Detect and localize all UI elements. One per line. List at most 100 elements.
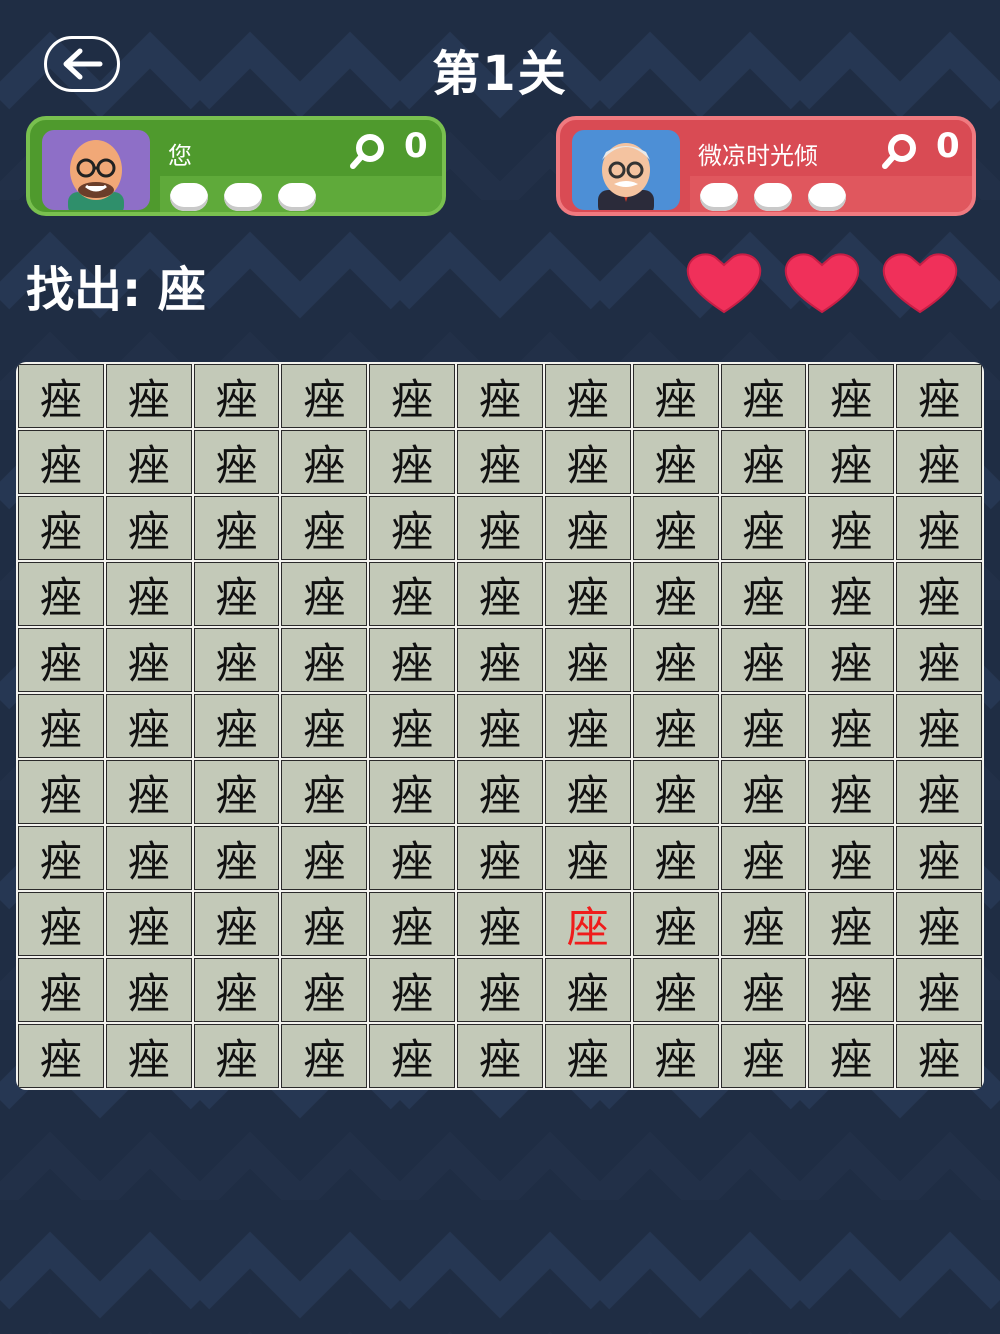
grid-cell[interactable]: 痤 (193, 562, 280, 626)
grid-cell[interactable]: 痤 (896, 562, 982, 626)
grid-cell[interactable]: 痤 (632, 496, 719, 560)
grid-cell[interactable]: 痤 (632, 826, 719, 890)
grid-cell[interactable]: 痤 (18, 628, 104, 692)
grid-cell[interactable]: 痤 (632, 562, 719, 626)
grid-cell[interactable]: 痤 (105, 364, 192, 428)
grid-cell[interactable]: 痤 (105, 628, 192, 692)
grid-cell[interactable]: 痤 (808, 826, 895, 890)
grid-cell[interactable]: 痤 (457, 694, 543, 758)
grid-cell[interactable]: 痤 (105, 892, 192, 956)
grid-cell[interactable]: 痤 (18, 562, 104, 626)
grid-cell[interactable]: 痤 (544, 496, 631, 560)
grid-cell[interactable]: 痤 (720, 892, 807, 956)
grid-cell[interactable]: 痤 (720, 760, 807, 824)
grid-cell[interactable]: 痤 (808, 628, 895, 692)
grid-cell[interactable]: 痤 (105, 1024, 192, 1088)
grid-cell[interactable]: 痤 (808, 496, 895, 560)
grid-cell[interactable]: 痤 (808, 760, 895, 824)
grid-cell[interactable]: 痤 (808, 562, 895, 626)
grid-cell[interactable]: 痤 (18, 496, 104, 560)
grid-cell[interactable]: 痤 (105, 430, 192, 494)
grid-cell-target[interactable]: 座 (544, 892, 631, 956)
grid-cell[interactable]: 痤 (632, 760, 719, 824)
grid-cell[interactable]: 痤 (896, 430, 982, 494)
grid-cell[interactable]: 痤 (544, 760, 631, 824)
grid-cell[interactable]: 痤 (281, 364, 368, 428)
grid-cell[interactable]: 痤 (281, 628, 368, 692)
grid-cell[interactable]: 痤 (369, 694, 456, 758)
grid-cell[interactable]: 痤 (808, 364, 895, 428)
grid-cell[interactable]: 痤 (544, 628, 631, 692)
grid-cell[interactable]: 痤 (281, 562, 368, 626)
grid-cell[interactable]: 痤 (632, 364, 719, 428)
grid-cell[interactable]: 痤 (720, 628, 807, 692)
grid-cell[interactable]: 痤 (369, 958, 456, 1022)
grid-cell[interactable]: 痤 (18, 364, 104, 428)
grid-cell[interactable]: 痤 (457, 562, 543, 626)
grid-cell[interactable]: 痤 (632, 1024, 719, 1088)
grid-cell[interactable]: 痤 (18, 826, 104, 890)
grid-cell[interactable]: 痤 (193, 496, 280, 560)
grid-cell[interactable]: 痤 (193, 760, 280, 824)
grid-cell[interactable]: 痤 (808, 958, 895, 1022)
grid-cell[interactable]: 痤 (18, 760, 104, 824)
grid-cell[interactable]: 痤 (896, 364, 982, 428)
grid-cell[interactable]: 痤 (193, 826, 280, 890)
grid-cell[interactable]: 痤 (896, 760, 982, 824)
grid-cell[interactable]: 痤 (544, 364, 631, 428)
grid-cell[interactable]: 痤 (896, 496, 982, 560)
grid-cell[interactable]: 痤 (369, 496, 456, 560)
grid-cell[interactable]: 痤 (896, 826, 982, 890)
grid-cell[interactable]: 痤 (544, 430, 631, 494)
grid-cell[interactable]: 痤 (632, 694, 719, 758)
grid-cell[interactable]: 痤 (18, 958, 104, 1022)
grid-cell[interactable]: 痤 (369, 628, 456, 692)
grid-cell[interactable]: 痤 (720, 364, 807, 428)
grid-cell[interactable]: 痤 (457, 496, 543, 560)
grid-cell[interactable]: 痤 (544, 826, 631, 890)
grid-cell[interactable]: 痤 (369, 826, 456, 890)
grid-cell[interactable]: 痤 (281, 958, 368, 1022)
grid-cell[interactable]: 痤 (193, 430, 280, 494)
grid-cell[interactable]: 痤 (281, 892, 368, 956)
grid-cell[interactable]: 痤 (720, 958, 807, 1022)
grid-cell[interactable]: 痤 (457, 430, 543, 494)
grid-cell[interactable]: 痤 (896, 1024, 982, 1088)
grid-cell[interactable]: 痤 (281, 694, 368, 758)
grid-cell[interactable]: 痤 (632, 430, 719, 494)
grid-cell[interactable]: 痤 (720, 496, 807, 560)
grid-cell[interactable]: 痤 (457, 760, 543, 824)
grid-cell[interactable]: 痤 (281, 430, 368, 494)
grid-cell[interactable]: 痤 (105, 760, 192, 824)
grid-cell[interactable]: 痤 (457, 364, 543, 428)
grid-cell[interactable]: 痤 (720, 562, 807, 626)
grid-cell[interactable]: 痤 (193, 628, 280, 692)
grid-cell[interactable]: 痤 (544, 958, 631, 1022)
grid-cell[interactable]: 痤 (457, 958, 543, 1022)
grid-cell[interactable]: 痤 (105, 826, 192, 890)
grid-cell[interactable]: 痤 (193, 1024, 280, 1088)
grid-cell[interactable]: 痤 (105, 958, 192, 1022)
grid-cell[interactable]: 痤 (632, 892, 719, 956)
grid-cell[interactable]: 痤 (544, 562, 631, 626)
grid-cell[interactable]: 痤 (18, 694, 104, 758)
grid-cell[interactable]: 痤 (720, 826, 807, 890)
grid-cell[interactable]: 痤 (369, 364, 456, 428)
grid-cell[interactable]: 痤 (18, 1024, 104, 1088)
grid-cell[interactable]: 痤 (457, 826, 543, 890)
grid-cell[interactable]: 痤 (896, 892, 982, 956)
grid-cell[interactable]: 痤 (193, 892, 280, 956)
grid-cell[interactable]: 痤 (896, 958, 982, 1022)
grid-cell[interactable]: 痤 (457, 892, 543, 956)
grid-cell[interactable]: 痤 (896, 694, 982, 758)
grid-cell[interactable]: 痤 (544, 1024, 631, 1088)
grid-cell[interactable]: 痤 (808, 694, 895, 758)
grid-cell[interactable]: 痤 (457, 628, 543, 692)
grid-cell[interactable]: 痤 (369, 562, 456, 626)
grid-cell[interactable]: 痤 (720, 694, 807, 758)
grid-cell[interactable]: 痤 (369, 430, 456, 494)
grid-cell[interactable]: 痤 (281, 826, 368, 890)
grid-cell[interactable]: 痤 (720, 430, 807, 494)
grid-cell[interactable]: 痤 (18, 430, 104, 494)
grid-cell[interactable]: 痤 (544, 694, 631, 758)
